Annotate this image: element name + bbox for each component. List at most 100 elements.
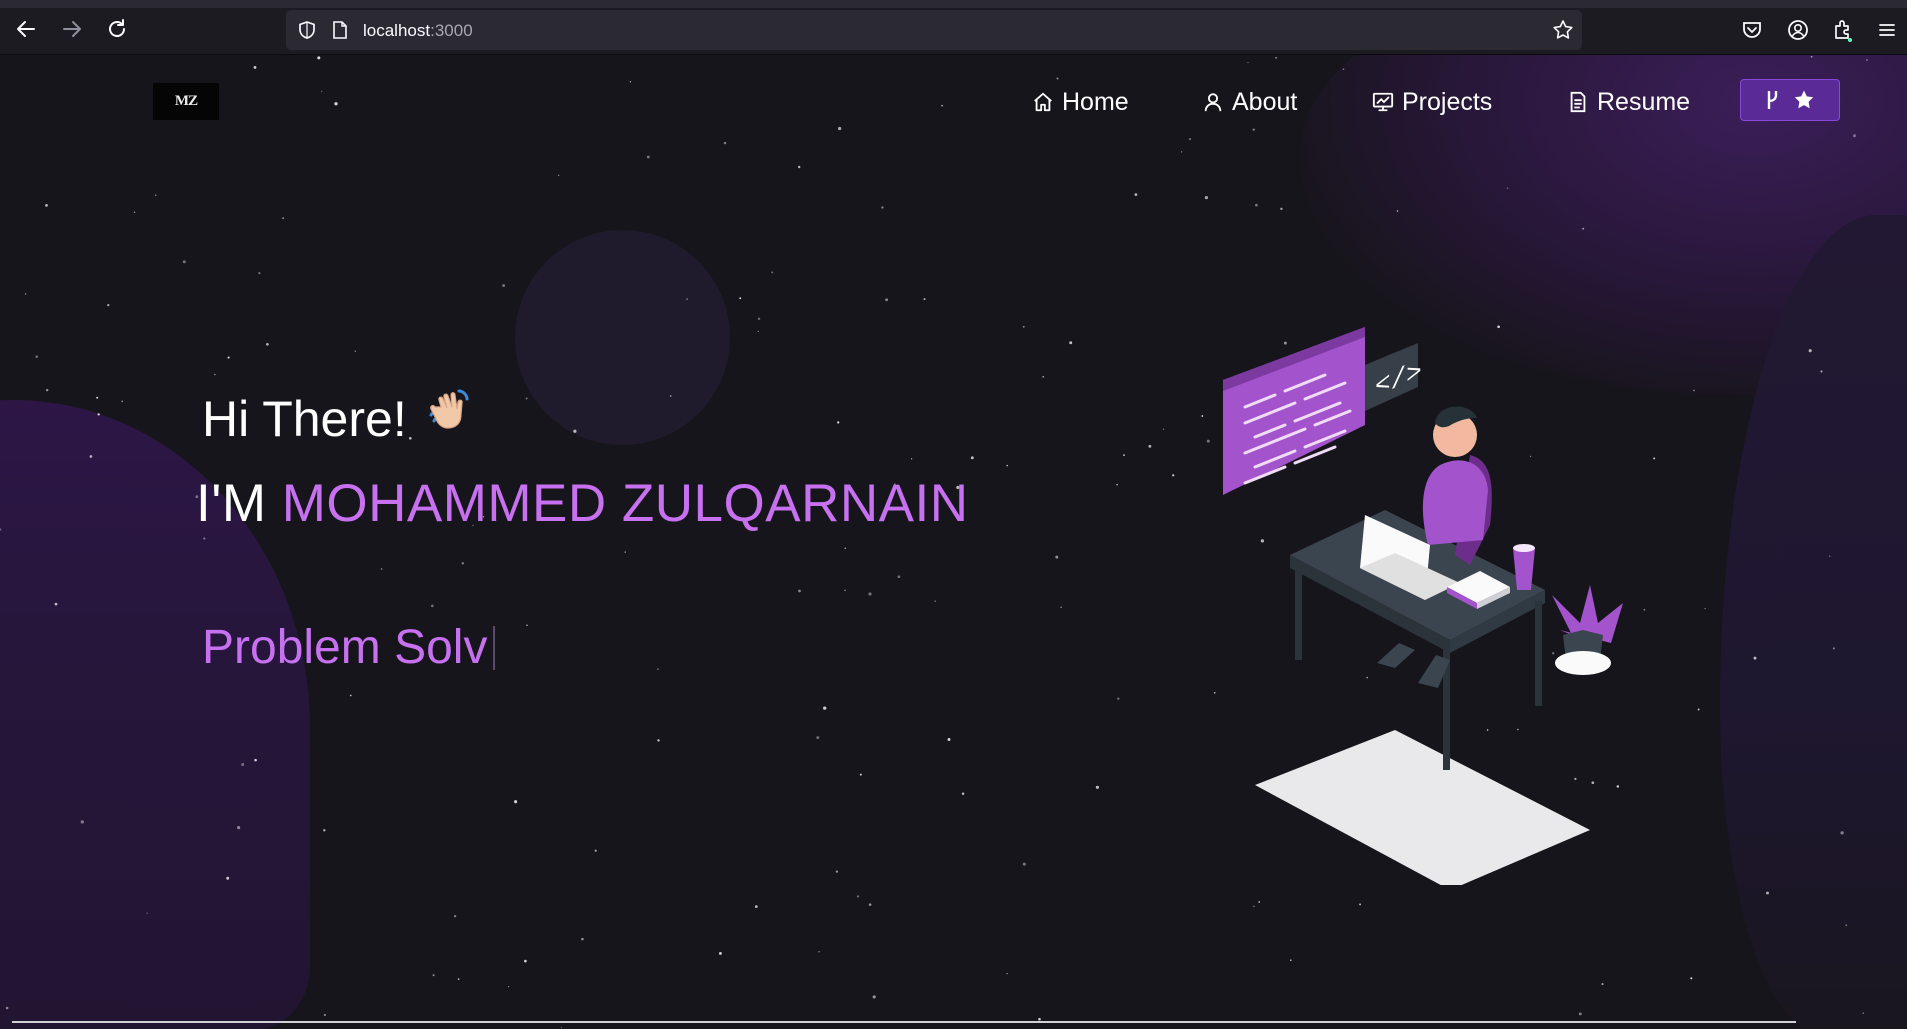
browser-toolbar: localhost:3000 bbox=[0, 0, 1907, 55]
star bbox=[354, 350, 356, 352]
star bbox=[323, 1013, 326, 1017]
star bbox=[226, 876, 230, 880]
bookmark-star-icon[interactable] bbox=[1551, 18, 1575, 42]
star bbox=[89, 455, 93, 458]
star bbox=[1247, 61, 1249, 64]
home-icon bbox=[1034, 92, 1052, 112]
url-text[interactable]: localhost:3000 bbox=[363, 21, 473, 41]
star bbox=[1829, 555, 1831, 557]
star bbox=[121, 400, 124, 403]
star bbox=[818, 950, 820, 953]
star bbox=[757, 330, 759, 332]
star bbox=[941, 104, 944, 107]
star bbox=[24, 293, 27, 295]
star bbox=[1832, 647, 1835, 650]
star bbox=[227, 356, 230, 359]
star bbox=[45, 388, 49, 392]
star bbox=[1006, 972, 1008, 975]
star bbox=[835, 870, 839, 873]
star bbox=[868, 903, 872, 906]
extensions-icon[interactable] bbox=[1831, 18, 1855, 42]
github-fork-star-button[interactable] bbox=[1740, 79, 1840, 121]
account-icon[interactable] bbox=[1786, 18, 1810, 42]
star bbox=[349, 694, 352, 697]
star bbox=[1820, 370, 1823, 373]
logo[interactable]: MZ bbox=[153, 83, 219, 120]
star bbox=[146, 912, 148, 914]
code-tag-icon: </> bbox=[1365, 343, 1422, 411]
star bbox=[1117, 697, 1120, 700]
star bbox=[723, 141, 727, 145]
menu-icon[interactable] bbox=[1875, 18, 1899, 42]
forward-arrow-icon[interactable] bbox=[59, 16, 85, 42]
typewriter-text: Problem Solv bbox=[202, 621, 488, 674]
star bbox=[573, 429, 577, 433]
star bbox=[317, 56, 321, 60]
star bbox=[35, 355, 38, 358]
tab-strip bbox=[0, 0, 1907, 8]
star bbox=[1206, 439, 1210, 443]
star bbox=[1069, 341, 1073, 345]
nav-resume[interactable]: Resume bbox=[1567, 83, 1690, 121]
back-arrow-icon[interactable] bbox=[13, 16, 39, 42]
star bbox=[258, 272, 261, 275]
star bbox=[1280, 207, 1283, 211]
star bbox=[334, 102, 338, 106]
nav-resume-label: Resume bbox=[1597, 87, 1691, 116]
star bbox=[844, 589, 846, 591]
shield-icon[interactable] bbox=[295, 18, 319, 42]
star bbox=[594, 849, 597, 852]
address-bar[interactable]: localhost:3000 bbox=[286, 10, 1582, 50]
star bbox=[754, 905, 758, 908]
star bbox=[739, 297, 742, 300]
star bbox=[757, 317, 761, 321]
star bbox=[872, 995, 876, 999]
star bbox=[961, 792, 965, 796]
star bbox=[686, 298, 688, 300]
star bbox=[657, 739, 660, 742]
star bbox=[823, 706, 827, 710]
star bbox=[155, 194, 157, 196]
star bbox=[1810, 55, 1813, 58]
nav-about[interactable]: About bbox=[1202, 83, 1297, 121]
star bbox=[1006, 464, 1008, 467]
pocket-icon[interactable] bbox=[1740, 18, 1764, 42]
star bbox=[241, 762, 245, 767]
star bbox=[1022, 862, 1026, 866]
star bbox=[253, 65, 257, 69]
star bbox=[1578, 1012, 1582, 1016]
star bbox=[1180, 151, 1183, 153]
star bbox=[1766, 891, 1769, 895]
star bbox=[1201, 415, 1204, 417]
star bbox=[97, 413, 100, 416]
hero-greeting: Hi There! bbox=[202, 385, 479, 453]
star bbox=[1123, 454, 1125, 457]
reload-icon[interactable] bbox=[104, 16, 130, 42]
star bbox=[525, 397, 528, 400]
nav-home[interactable]: Home bbox=[1032, 83, 1129, 121]
star bbox=[881, 206, 884, 209]
star bbox=[859, 773, 862, 776]
star-icon bbox=[1794, 90, 1814, 109]
typewriter: Problem Solv bbox=[202, 620, 496, 675]
star bbox=[526, 624, 528, 626]
hero-name: I'M MOHAMMED ZULQARNAIN bbox=[196, 473, 969, 534]
star bbox=[45, 204, 48, 207]
star bbox=[1862, 1012, 1865, 1014]
star bbox=[1845, 924, 1848, 927]
star bbox=[718, 951, 722, 955]
hero-name-highlight: MOHAMMED ZULQARNAIN bbox=[281, 474, 969, 533]
star bbox=[254, 758, 257, 762]
star bbox=[816, 736, 820, 740]
wave-emoji-icon bbox=[423, 385, 479, 453]
star bbox=[837, 421, 840, 424]
star bbox=[837, 126, 842, 131]
star bbox=[266, 342, 269, 346]
star bbox=[1172, 474, 1175, 477]
star bbox=[1162, 428, 1165, 430]
star bbox=[557, 174, 560, 177]
nav-projects[interactable]: Projects bbox=[1372, 83, 1492, 121]
star bbox=[1055, 555, 1059, 559]
star bbox=[107, 303, 110, 307]
star bbox=[431, 604, 434, 608]
